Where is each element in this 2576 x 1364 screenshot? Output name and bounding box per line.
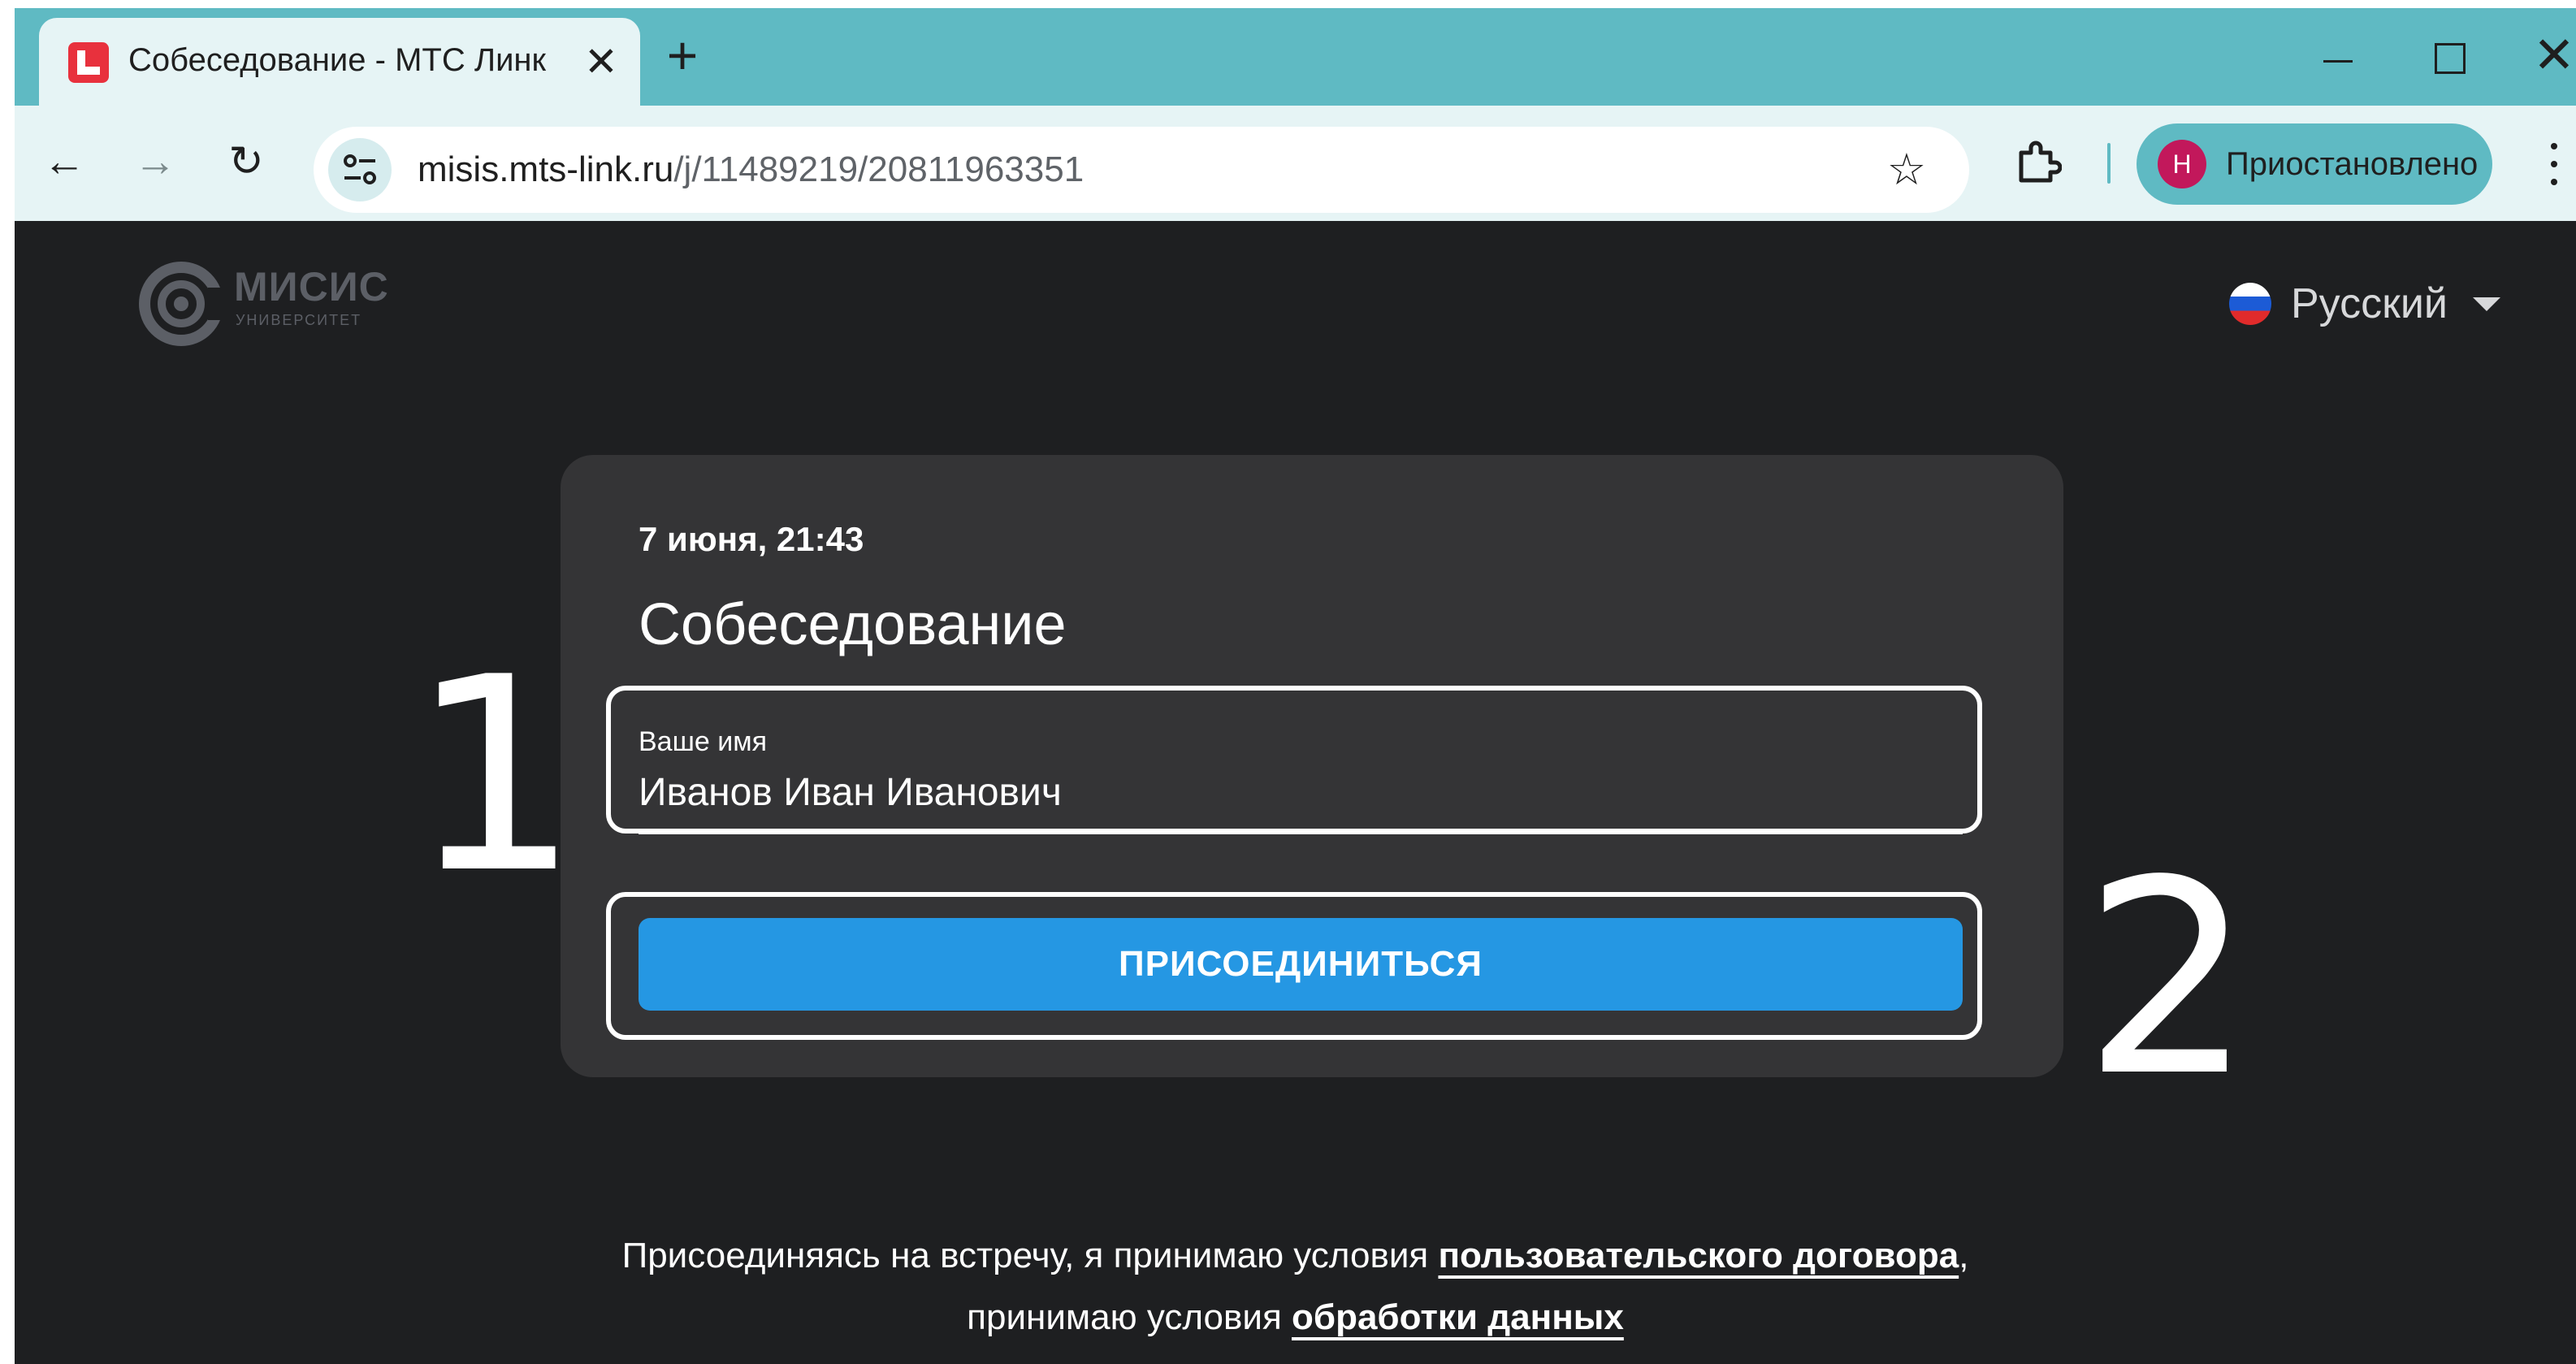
reload-button[interactable]: ↻ <box>219 135 273 188</box>
window-close-button[interactable]: ✕ <box>2533 28 2576 84</box>
tab-title: Собеседование - МТС Линк <box>128 42 547 78</box>
terms-text-2: , <box>1959 1236 1969 1275</box>
logo-subtitle: УНИВЕРСИТЕТ <box>236 312 362 328</box>
mts-link-favicon-icon <box>68 42 109 83</box>
meeting-date: 7 июня, 21:43 <box>639 520 864 558</box>
profile-avatar: Н <box>2158 140 2206 188</box>
terms-text-1: Присоединяясь на встречу, я принимаю усл… <box>621 1236 1439 1275</box>
annotation-box-1 <box>606 686 1982 834</box>
user-agreement-link[interactable]: пользовательского договора <box>1438 1236 1959 1275</box>
back-button[interactable]: ← <box>37 135 91 188</box>
meeting-title: Собеседование <box>639 592 1067 657</box>
new-tab-button[interactable]: + <box>656 28 708 83</box>
join-card: 7 июня, 21:43 Собеседование Ваше имя ПРИ… <box>561 455 2063 1077</box>
terms-notice: Присоединяясь на встречу, я принимаю усл… <box>15 1225 2576 1349</box>
browser-tab[interactable]: Собеседование - МТС Линк ✕ <box>39 18 640 106</box>
misis-logo: МИСИС УНИВЕРСИТЕТ <box>136 255 396 353</box>
browser-chrome: Собеседование - МТС Линк ✕ + ✕ ← → ↻ mis… <box>15 8 2576 221</box>
data-processing-link[interactable]: обработки данных <box>1292 1297 1624 1337</box>
annotation-box-2 <box>606 892 1982 1040</box>
address-bar[interactable]: misis.mts-link.ru/j/11489219/20811963351… <box>314 127 1969 213</box>
logo-name: МИСИС <box>234 264 389 310</box>
profile-button[interactable]: Н Приостановлено <box>2137 123 2492 205</box>
browser-toolbar: ← → ↻ misis.mts-link.ru/j/11489219/20811… <box>15 106 2576 221</box>
toolbar-divider <box>2107 143 2111 184</box>
language-selector[interactable]: Русский <box>2229 276 2522 333</box>
terms-text-3: принимаю условия <box>967 1297 1292 1337</box>
window-minimize-button[interactable] <box>2314 32 2362 81</box>
extensions-puzzle-icon[interactable] <box>2013 138 2063 187</box>
url-text[interactable]: misis.mts-link.ru/j/11489219/20811963351 <box>418 149 1084 190</box>
bookmark-star-icon[interactable]: ☆ <box>1881 145 1932 195</box>
annotation-number-2: 2 <box>2083 823 2253 1135</box>
chevron-down-icon <box>2473 297 2500 311</box>
language-label: Русский <box>2291 280 2448 327</box>
forward-button[interactable]: → <box>128 135 182 188</box>
page: МИСИС УНИВЕРСИТЕТ Русский 1 2 7 июня, 21… <box>15 221 2576 1364</box>
profile-status-label: Приостановлено <box>2226 146 2479 182</box>
browser-menu-icon[interactable] <box>2541 143 2565 192</box>
window-maximize-button[interactable] <box>2424 32 2473 81</box>
tab-close-icon[interactable]: ✕ <box>575 36 627 88</box>
misis-logo-icon <box>139 262 226 346</box>
url-path: /j/11489219/20811963351 <box>673 149 1085 189</box>
url-host: misis.mts-link.ru <box>418 149 674 189</box>
russian-flag-icon <box>2229 283 2271 325</box>
site-settings-icon[interactable] <box>328 138 392 201</box>
annotation-number-1: 1 <box>409 620 580 932</box>
